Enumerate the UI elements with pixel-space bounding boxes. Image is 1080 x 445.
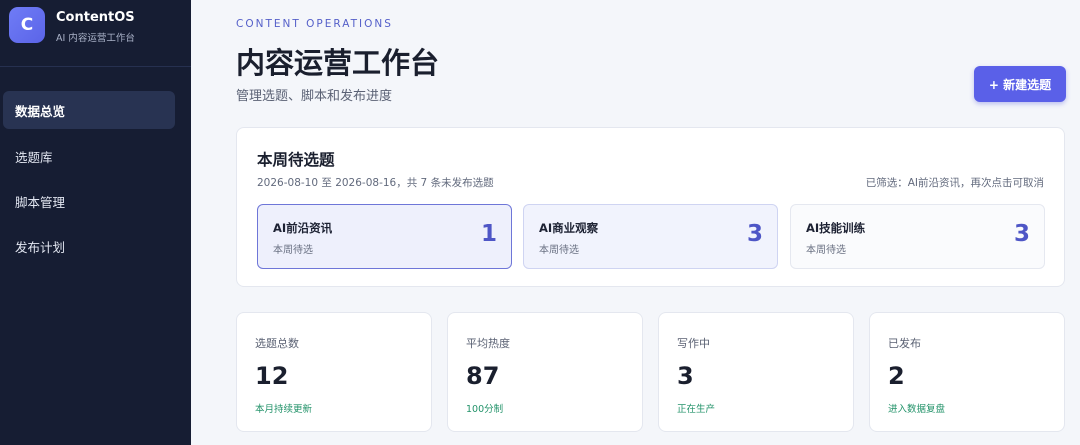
sidebar-item-label: 数据总览 bbox=[15, 103, 66, 119]
page-subtitle: 管理选题、脚本和发布进度 bbox=[236, 89, 393, 104]
stat-card-published: 已发布 2 进入数据复盘 bbox=[869, 312, 1065, 432]
stat-card-writing: 写作中 3 正在生产 bbox=[658, 312, 854, 432]
stat-label: 已发布 bbox=[888, 337, 921, 350]
sidebar-item-label: 发布计划 bbox=[15, 239, 66, 255]
main-content: CONTENT OPERATIONS 内容运营工作台 管理选题、脚本和发布进度 … bbox=[191, 0, 1080, 445]
topic-card-ai-skills[interactable]: AI技能训练 本周待选 3 bbox=[790, 204, 1045, 269]
stat-note: 100分制 bbox=[466, 404, 504, 415]
page-eyebrow: CONTENT OPERATIONS bbox=[236, 18, 393, 30]
sidebar-item-overview[interactable]: 数据总览 bbox=[3, 91, 175, 129]
topic-card-name: AI技能训练 bbox=[806, 221, 866, 235]
stat-note: 进入数据复盘 bbox=[888, 404, 946, 415]
topic-card-name: AI前沿资讯 bbox=[273, 221, 333, 235]
weekly-pending-panel: 本周待选题 2026-08-10 至 2026-08-16，共 7 条未发布选题… bbox=[236, 127, 1065, 287]
sidebar-item-scripts[interactable]: 脚本管理 bbox=[3, 182, 175, 220]
topic-card-ai-business[interactable]: AI商业观察 本周待选 3 bbox=[523, 204, 778, 269]
sidebar-item-label: 选题库 bbox=[15, 149, 53, 165]
stat-value: 87 bbox=[466, 362, 500, 390]
panel-title: 本周待选题 bbox=[257, 151, 335, 169]
stat-card-avg-heat: 平均热度 87 100分制 bbox=[447, 312, 643, 432]
stat-value: 12 bbox=[255, 362, 289, 390]
stat-card-total-topics: 选题总数 12 本月持续更新 bbox=[236, 312, 432, 432]
topic-card-ai-news[interactable]: AI前沿资讯 本周待选 1 bbox=[257, 204, 512, 269]
stat-value: 3 bbox=[677, 362, 694, 390]
brand-logo: C bbox=[9, 7, 45, 43]
stat-value: 2 bbox=[888, 362, 905, 390]
topic-card-count: 1 bbox=[480, 221, 497, 247]
panel-date-range: 2026-08-10 至 2026-08-16，共 7 条未发布选题 bbox=[257, 177, 494, 189]
brand-name: ContentOS bbox=[56, 10, 135, 25]
stat-note: 正在生产 bbox=[677, 404, 716, 415]
panel-filter-status: 已筛选：AI前沿资讯，再次点击可取消 bbox=[865, 177, 1044, 189]
topic-card-subtitle: 本周待选 bbox=[273, 245, 313, 256]
sidebar-item-publish-plan[interactable]: 发布计划 bbox=[3, 227, 175, 265]
page-title: 内容运营工作台 bbox=[236, 46, 440, 80]
sidebar-divider bbox=[0, 66, 191, 67]
stat-label: 写作中 bbox=[677, 337, 710, 350]
stat-label: 平均热度 bbox=[466, 337, 510, 350]
brand-subtitle: AI 内容运营工作台 bbox=[56, 33, 135, 44]
sidebar: C ContentOS AI 内容运营工作台 数据总览 选题库 脚本管理 发布计… bbox=[0, 0, 191, 445]
sidebar-item-topics[interactable]: 选题库 bbox=[3, 137, 175, 175]
brand[interactable]: C ContentOS AI 内容运营工作台 bbox=[9, 7, 184, 47]
sidebar-item-label: 脚本管理 bbox=[15, 194, 66, 210]
topic-card-subtitle: 本周待选 bbox=[539, 245, 579, 256]
topic-card-count: 3 bbox=[746, 221, 763, 247]
topic-card-count: 3 bbox=[1013, 221, 1030, 247]
topic-card-subtitle: 本周待选 bbox=[806, 245, 846, 256]
stat-note: 本月持续更新 bbox=[255, 404, 313, 415]
new-topic-button[interactable]: + 新建选题 bbox=[974, 66, 1066, 102]
topic-card-name: AI商业观察 bbox=[539, 221, 599, 235]
stat-label: 选题总数 bbox=[255, 337, 299, 350]
